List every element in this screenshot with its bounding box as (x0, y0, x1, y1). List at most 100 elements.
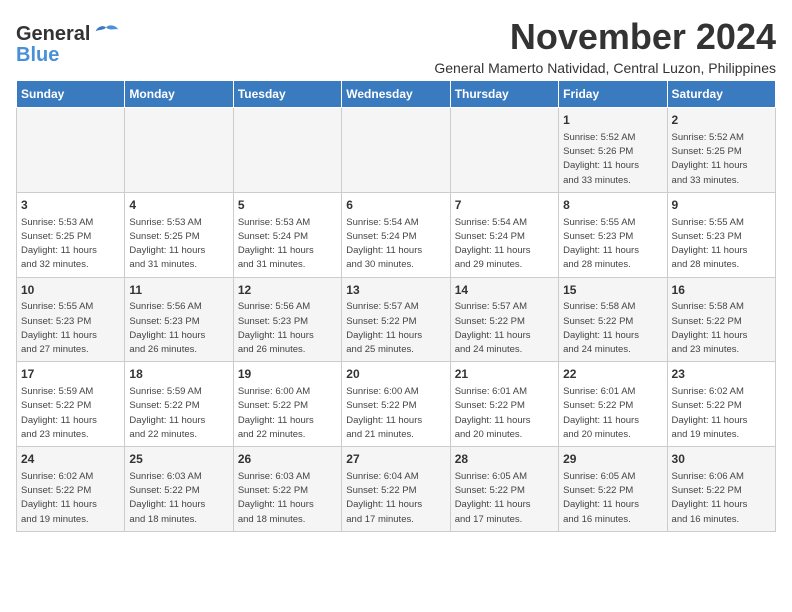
calendar-cell (233, 108, 341, 193)
day-info: Sunrise: 6:02 AM Sunset: 5:22 PM Dayligh… (672, 385, 771, 442)
day-info: Sunrise: 5:58 AM Sunset: 5:22 PM Dayligh… (563, 300, 662, 357)
day-info: Sunrise: 5:57 AM Sunset: 5:22 PM Dayligh… (455, 300, 554, 357)
day-info: Sunrise: 5:53 AM Sunset: 5:24 PM Dayligh… (238, 216, 337, 273)
calendar-cell: 7 Sunrise: 5:54 AM Sunset: 5:24 PM Daylig… (450, 192, 558, 277)
calendar-cell: 24 Sunrise: 6:02 AM Sunset: 5:22 PM Dayli… (17, 447, 125, 532)
calendar-cell: 15Sunrise: 5:58 AM Sunset: 5:22 PM Dayli… (559, 277, 667, 362)
calendar-cell: 4 Sunrise: 5:53 AM Sunset: 5:25 PM Daylig… (125, 192, 233, 277)
calendar-header-tuesday: Tuesday (233, 81, 341, 108)
calendar-cell: 8 Sunrise: 5:55 AM Sunset: 5:23 PM Daylig… (559, 192, 667, 277)
day-number: 15 (563, 282, 662, 299)
day-info: Sunrise: 5:56 AM Sunset: 5:23 PM Dayligh… (129, 300, 228, 357)
logo-bird-icon (92, 20, 120, 48)
calendar-cell: 29 Sunrise: 6:05 AM Sunset: 5:22 PM Dayli… (559, 447, 667, 532)
day-info: Sunrise: 5:53 AM Sunset: 5:25 PM Dayligh… (129, 216, 228, 273)
day-number: 7 (455, 197, 554, 214)
day-info: Sunrise: 5:54 AM Sunset: 5:24 PM Dayligh… (346, 216, 445, 273)
day-info: Sunrise: 6:02 AM Sunset: 5:22 PM Dayligh… (21, 470, 120, 527)
calendar-cell: 2Sunrise: 5:52 AM Sunset: 5:25 PM Daylig… (667, 108, 775, 193)
day-info: Sunrise: 5:54 AM Sunset: 5:24 PM Dayligh… (455, 216, 554, 273)
day-info: Sunrise: 6:05 AM Sunset: 5:22 PM Dayligh… (455, 470, 554, 527)
day-number: 4 (129, 197, 228, 214)
calendar-cell: 3 Sunrise: 5:53 AM Sunset: 5:25 PM Daylig… (17, 192, 125, 277)
calendar-cell: 5 Sunrise: 5:53 AM Sunset: 5:24 PM Daylig… (233, 192, 341, 277)
day-info: Sunrise: 5:53 AM Sunset: 5:25 PM Dayligh… (21, 216, 120, 273)
day-info: Sunrise: 6:01 AM Sunset: 5:22 PM Dayligh… (455, 385, 554, 442)
day-number: 2 (672, 112, 771, 129)
calendar-cell: 12Sunrise: 5:56 AM Sunset: 5:23 PM Dayli… (233, 277, 341, 362)
location-subtitle: General Mamerto Natividad, Central Luzon… (434, 60, 776, 76)
day-info: Sunrise: 6:03 AM Sunset: 5:22 PM Dayligh… (238, 470, 337, 527)
day-info: Sunrise: 5:58 AM Sunset: 5:22 PM Dayligh… (672, 300, 771, 357)
calendar-cell: 22Sunrise: 6:01 AM Sunset: 5:22 PM Dayli… (559, 362, 667, 447)
calendar-cell: 1 Sunrise: 5:52 AM Sunset: 5:26 PM Daylig… (559, 108, 667, 193)
calendar-cell: 23 Sunrise: 6:02 AM Sunset: 5:22 PM Dayli… (667, 362, 775, 447)
calendar-cell: 26 Sunrise: 6:03 AM Sunset: 5:22 PM Dayli… (233, 447, 341, 532)
title-area: November 2024 General Mamerto Natividad,… (434, 16, 776, 76)
day-info: Sunrise: 5:59 AM Sunset: 5:22 PM Dayligh… (21, 385, 120, 442)
day-info: Sunrise: 5:55 AM Sunset: 5:23 PM Dayligh… (563, 216, 662, 273)
day-number: 20 (346, 366, 445, 383)
calendar-cell: 13Sunrise: 5:57 AM Sunset: 5:22 PM Dayli… (342, 277, 450, 362)
day-info: Sunrise: 5:59 AM Sunset: 5:22 PM Dayligh… (129, 385, 228, 442)
day-number: 21 (455, 366, 554, 383)
day-number: 1 (563, 112, 662, 129)
day-number: 9 (672, 197, 771, 214)
calendar-cell (342, 108, 450, 193)
calendar-header-sunday: Sunday (17, 81, 125, 108)
calendar-week-3: 10Sunrise: 5:55 AM Sunset: 5:23 PM Dayli… (17, 277, 776, 362)
day-number: 13 (346, 282, 445, 299)
day-number: 6 (346, 197, 445, 214)
day-number: 19 (238, 366, 337, 383)
day-number: 16 (672, 282, 771, 299)
day-info: Sunrise: 5:55 AM Sunset: 5:23 PM Dayligh… (21, 300, 120, 357)
day-number: 14 (455, 282, 554, 299)
day-number: 10 (21, 282, 120, 299)
month-title: November 2024 (434, 16, 776, 58)
calendar-header-wednesday: Wednesday (342, 81, 450, 108)
calendar-header-saturday: Saturday (667, 81, 775, 108)
calendar-cell: 11Sunrise: 5:56 AM Sunset: 5:23 PM Dayli… (125, 277, 233, 362)
day-number: 3 (21, 197, 120, 214)
calendar-cell: 20 Sunrise: 6:00 AM Sunset: 5:22 PM Dayli… (342, 362, 450, 447)
day-number: 29 (563, 451, 662, 468)
day-info: Sunrise: 6:03 AM Sunset: 5:22 PM Dayligh… (129, 470, 228, 527)
page-header: General Blue November 2024 General Mamer… (16, 16, 776, 76)
day-info: Sunrise: 6:04 AM Sunset: 5:22 PM Dayligh… (346, 470, 445, 527)
calendar-cell: 6 Sunrise: 5:54 AM Sunset: 5:24 PM Daylig… (342, 192, 450, 277)
calendar-cell: 17 Sunrise: 5:59 AM Sunset: 5:22 PM Dayli… (17, 362, 125, 447)
day-number: 30 (672, 451, 771, 468)
day-number: 26 (238, 451, 337, 468)
calendar-cell: 16Sunrise: 5:58 AM Sunset: 5:22 PM Dayli… (667, 277, 775, 362)
calendar-week-1: 1 Sunrise: 5:52 AM Sunset: 5:26 PM Daylig… (17, 108, 776, 193)
day-info: Sunrise: 5:55 AM Sunset: 5:23 PM Dayligh… (672, 216, 771, 273)
calendar-cell (125, 108, 233, 193)
calendar-header-thursday: Thursday (450, 81, 558, 108)
day-info: Sunrise: 5:52 AM Sunset: 5:26 PM Dayligh… (563, 131, 662, 188)
calendar-cell: 30 Sunrise: 6:06 AM Sunset: 5:22 PM Dayli… (667, 447, 775, 532)
day-number: 24 (21, 451, 120, 468)
day-number: 8 (563, 197, 662, 214)
calendar-header-monday: Monday (125, 81, 233, 108)
day-number: 17 (21, 366, 120, 383)
logo: General Blue (16, 20, 120, 67)
calendar-cell: 19 Sunrise: 6:00 AM Sunset: 5:22 PM Dayli… (233, 362, 341, 447)
day-info: Sunrise: 6:06 AM Sunset: 5:22 PM Dayligh… (672, 470, 771, 527)
calendar-cell: 10Sunrise: 5:55 AM Sunset: 5:23 PM Dayli… (17, 277, 125, 362)
calendar-cell: 21 Sunrise: 6:01 AM Sunset: 5:22 PM Dayli… (450, 362, 558, 447)
calendar-week-5: 24 Sunrise: 6:02 AM Sunset: 5:22 PM Dayli… (17, 447, 776, 532)
day-info: Sunrise: 6:00 AM Sunset: 5:22 PM Dayligh… (346, 385, 445, 442)
day-number: 25 (129, 451, 228, 468)
calendar-header-friday: Friday (559, 81, 667, 108)
day-info: Sunrise: 6:05 AM Sunset: 5:22 PM Dayligh… (563, 470, 662, 527)
day-number: 11 (129, 282, 228, 299)
day-info: Sunrise: 6:00 AM Sunset: 5:22 PM Dayligh… (238, 385, 337, 442)
day-number: 28 (455, 451, 554, 468)
day-number: 18 (129, 366, 228, 383)
calendar-cell: 18 Sunrise: 5:59 AM Sunset: 5:22 PM Dayli… (125, 362, 233, 447)
day-number: 5 (238, 197, 337, 214)
day-number: 23 (672, 366, 771, 383)
calendar-cell: 28 Sunrise: 6:05 AM Sunset: 5:22 PM Dayli… (450, 447, 558, 532)
calendar-cell: 25 Sunrise: 6:03 AM Sunset: 5:22 PM Dayli… (125, 447, 233, 532)
calendar-cell: 27Sunrise: 6:04 AM Sunset: 5:22 PM Dayli… (342, 447, 450, 532)
